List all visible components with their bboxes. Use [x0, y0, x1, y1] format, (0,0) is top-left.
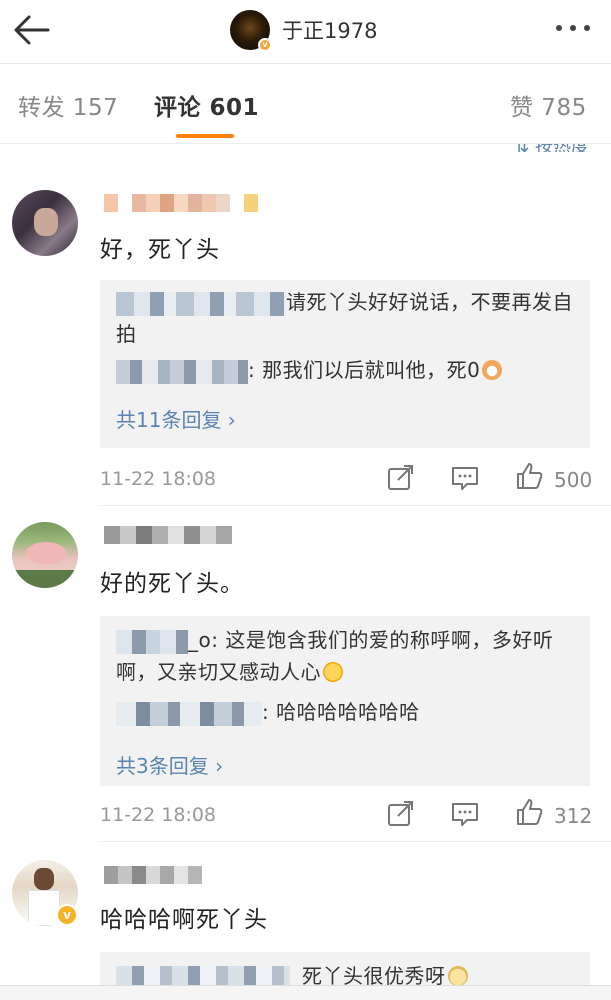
comment-time: 11-22 18:08 [100, 804, 217, 826]
tab-bar: 转发 157 评论 601 赞 785 [0, 64, 611, 144]
reply-box[interactable]: 请死丫头好好说话，不要再发自拍 : 那我们以后就叫他，死0 共11条回复 › [100, 280, 590, 448]
repost-icon[interactable] [386, 463, 416, 493]
tab-likes[interactable]: 赞 785 [510, 88, 587, 122]
reply-author-mosaic[interactable] [116, 359, 248, 384]
reply-line: _o: 这是饱含我们的爱的称呼啊，多好听啊，又亲切又感动人心 [116, 628, 554, 684]
sort-clip: ⇅ 按热度 [0, 144, 611, 152]
more-replies-link[interactable]: 共3条回复 › [116, 750, 223, 779]
comment-text: 好，死丫头 [100, 237, 220, 263]
reply-author-mosaic[interactable] [116, 291, 286, 316]
active-tab-indicator [176, 134, 234, 138]
commenter-name-mosaic[interactable] [104, 526, 232, 544]
tab-comments[interactable]: 评论 601 [154, 88, 259, 122]
avatar[interactable] [12, 522, 78, 588]
sort-toggle[interactable]: ⇅ 按热度 [514, 144, 589, 152]
reply-line: : 哈哈哈哈哈哈哈 [116, 696, 574, 728]
divider [100, 841, 611, 842]
sort-icon: ⇅ [514, 144, 535, 152]
cat-emoji-icon [482, 360, 503, 380]
reply-line: : 那我们以后就叫他，死0 [116, 354, 574, 386]
comment-icon[interactable] [450, 463, 480, 493]
avatar[interactable] [12, 190, 78, 256]
like-icon[interactable] [514, 797, 544, 827]
comment-text: 哈哈哈啊死丫头 [100, 907, 268, 933]
commenter-name-mosaic[interactable] [104, 866, 202, 884]
crying-emoji-icon [323, 662, 343, 682]
reply-box[interactable]: _o: 这是饱含我们的爱的称呼啊，多好听啊，又亲切又感动人心 : 哈哈哈哈哈哈哈… [100, 616, 590, 786]
like-count: 500 [554, 468, 593, 492]
more-dots-icon[interactable] [553, 18, 593, 38]
comment-text: 好的死丫头。 [100, 571, 244, 597]
commenter-name-mosaic[interactable] [104, 194, 258, 212]
page-title: 于正1978 [282, 19, 378, 43]
avatar-caption [12, 570, 78, 588]
dog-emoji-icon [447, 966, 468, 986]
divider [100, 505, 611, 506]
reply-line: 请死丫头好好说话，不要再发自拍 [116, 290, 573, 346]
verified-badge-icon: v [258, 38, 272, 52]
reply-author-mosaic[interactable] [116, 701, 262, 726]
avatar[interactable]: v [230, 10, 272, 52]
comment-time: 11-22 18:08 [100, 468, 217, 490]
tab-reposts[interactable]: 转发 157 [18, 88, 118, 122]
reply-author-mosaic[interactable] [116, 629, 188, 654]
verified-badge-icon: v [56, 904, 78, 926]
top-bar: v 于正1978 [0, 0, 611, 64]
bottom-bar [0, 985, 611, 1000]
more-replies-link[interactable]: 共11条回复 › [116, 404, 236, 433]
header-title-area[interactable]: v 于正1978 [230, 10, 378, 52]
like-icon[interactable] [514, 461, 544, 491]
comment-icon[interactable] [450, 799, 480, 829]
repost-icon[interactable] [386, 799, 416, 829]
like-count: 312 [554, 804, 593, 828]
back-arrow-icon[interactable] [12, 12, 52, 48]
